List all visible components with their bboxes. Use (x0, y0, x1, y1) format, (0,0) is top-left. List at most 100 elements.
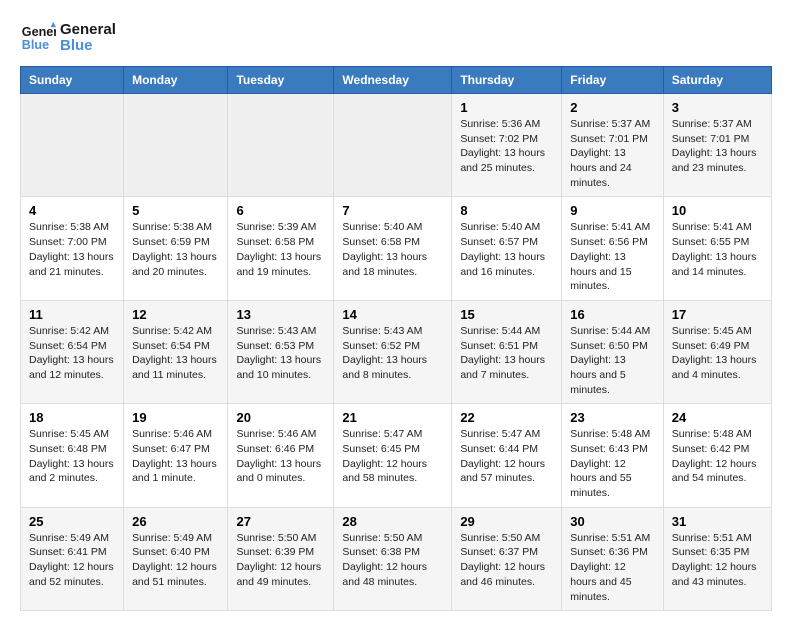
day-number: 9 (570, 203, 655, 218)
calendar-cell: 20Sunrise: 5:46 AM Sunset: 6:46 PM Dayli… (228, 404, 334, 507)
day-info: Sunrise: 5:51 AM Sunset: 6:35 PM Dayligh… (672, 531, 763, 590)
calendar-cell: 26 Sunrise: 5:49 AM Sunset: 6:40 PM Dayli… (124, 507, 228, 610)
day-number: 2 (570, 100, 655, 115)
calendar-header-sunday: Sunday (21, 67, 124, 94)
day-info: Sunrise: 5:48 AM Sunset: 6:43 PM Dayligh… (570, 427, 655, 500)
day-info: Sunrise: 5:47 AM Sunset: 6:44 PM Dayligh… (460, 427, 553, 486)
calendar-cell: 1 Sunrise: 5:36 AM Sunset: 7:02 PM Daylig… (452, 94, 562, 197)
day-info: Sunrise: 5:41 AM Sunset: 6:55 PM Dayligh… (672, 220, 763, 279)
day-number: 24 (672, 410, 763, 425)
calendar-week-row: 4 Sunrise: 5:38 AM Sunset: 7:00 PM Daylig… (21, 197, 772, 300)
day-info: Sunrise: 5:37 AM Sunset: 7:01 PM Dayligh… (570, 117, 655, 190)
calendar-cell: 15Sunrise: 5:44 AM Sunset: 6:51 PM Dayli… (452, 300, 562, 403)
calendar-cell: 22 Sunrise: 5:47 AM Sunset: 6:44 PM Dayli… (452, 404, 562, 507)
calendar-header-row: SundayMondayTuesdayWednesdayThursdayFrid… (21, 67, 772, 94)
day-number: 13 (236, 307, 325, 322)
day-info: Sunrise: 5:41 AM Sunset: 6:56 PM Dayligh… (570, 220, 655, 293)
day-info: Sunrise: 5:50 AM Sunset: 6:37 PM Dayligh… (460, 531, 553, 590)
calendar-cell: 7 Sunrise: 5:40 AM Sunset: 6:58 PM Daylig… (334, 197, 452, 300)
calendar-week-row: 1 Sunrise: 5:36 AM Sunset: 7:02 PM Daylig… (21, 94, 772, 197)
day-info: Sunrise: 5:36 AM Sunset: 7:02 PM Dayligh… (460, 117, 553, 176)
day-number: 5 (132, 203, 219, 218)
calendar-week-row: 25Sunrise: 5:49 AM Sunset: 6:41 PM Dayli… (21, 507, 772, 610)
day-number: 8 (460, 203, 553, 218)
day-number: 7 (342, 203, 443, 218)
day-number: 25 (29, 514, 115, 529)
day-number: 23 (570, 410, 655, 425)
calendar-week-row: 18 Sunrise: 5:45 AM Sunset: 6:48 PM Dayli… (21, 404, 772, 507)
day-number: 1 (460, 100, 553, 115)
day-info: Sunrise: 5:40 AM Sunset: 6:58 PM Dayligh… (342, 220, 443, 279)
day-number: 19 (132, 410, 219, 425)
day-info: Sunrise: 5:48 AM Sunset: 6:42 PM Dayligh… (672, 427, 763, 486)
day-info: Sunrise: 5:39 AM Sunset: 6:58 PM Dayligh… (236, 220, 325, 279)
day-info: Sunrise: 5:50 AM Sunset: 6:38 PM Dayligh… (342, 531, 443, 590)
day-number: 22 (460, 410, 553, 425)
day-info: Sunrise: 5:44 AM Sunset: 6:50 PM Dayligh… (570, 324, 655, 397)
calendar-cell: 3 Sunrise: 5:37 AM Sunset: 7:01 PM Daylig… (663, 94, 771, 197)
calendar-cell: 13 Sunrise: 5:43 AM Sunset: 6:53 PM Dayli… (228, 300, 334, 403)
day-number: 14 (342, 307, 443, 322)
calendar-header-friday: Friday (562, 67, 664, 94)
calendar-week-row: 11 Sunrise: 5:42 AM Sunset: 6:54 PM Dayli… (21, 300, 772, 403)
day-number: 15 (460, 307, 553, 322)
day-info: Sunrise: 5:45 AM Sunset: 6:48 PM Dayligh… (29, 427, 115, 486)
calendar-cell: 30 Sunrise: 5:51 AM Sunset: 6:36 PM Dayli… (562, 507, 664, 610)
day-info: Sunrise: 5:43 AM Sunset: 6:53 PM Dayligh… (236, 324, 325, 383)
day-info: Sunrise: 5:47 AM Sunset: 6:45 PM Dayligh… (342, 427, 443, 486)
calendar-cell: 9 Sunrise: 5:41 AM Sunset: 6:56 PM Daylig… (562, 197, 664, 300)
day-number: 28 (342, 514, 443, 529)
day-number: 12 (132, 307, 219, 322)
day-number: 3 (672, 100, 763, 115)
day-info: Sunrise: 5:50 AM Sunset: 6:39 PM Dayligh… (236, 531, 325, 590)
day-number: 11 (29, 307, 115, 322)
day-number: 26 (132, 514, 219, 529)
calendar-cell (228, 94, 334, 197)
logo: General Blue General Blue (20, 20, 116, 56)
logo-text-general: General (60, 21, 116, 38)
logo-icon: General Blue (20, 20, 56, 56)
day-number: 6 (236, 203, 325, 218)
calendar-cell: 19 Sunrise: 5:46 AM Sunset: 6:47 PM Dayli… (124, 404, 228, 507)
day-info: Sunrise: 5:46 AM Sunset: 6:46 PM Dayligh… (236, 427, 325, 486)
day-number: 17 (672, 307, 763, 322)
day-number: 29 (460, 514, 553, 529)
day-info: Sunrise: 5:49 AM Sunset: 6:40 PM Dayligh… (132, 531, 219, 590)
day-info: Sunrise: 5:42 AM Sunset: 6:54 PM Dayligh… (29, 324, 115, 383)
calendar-cell: 24 Sunrise: 5:48 AM Sunset: 6:42 PM Dayli… (663, 404, 771, 507)
calendar-cell: 21Sunrise: 5:47 AM Sunset: 6:45 PM Dayli… (334, 404, 452, 507)
day-info: Sunrise: 5:46 AM Sunset: 6:47 PM Dayligh… (132, 427, 219, 486)
day-number: 27 (236, 514, 325, 529)
calendar-table: SundayMondayTuesdayWednesdayThursdayFrid… (20, 66, 772, 611)
calendar-cell: 14 Sunrise: 5:43 AM Sunset: 6:52 PM Dayli… (334, 300, 452, 403)
day-number: 30 (570, 514, 655, 529)
day-info: Sunrise: 5:37 AM Sunset: 7:01 PM Dayligh… (672, 117, 763, 176)
calendar-cell: 25Sunrise: 5:49 AM Sunset: 6:41 PM Dayli… (21, 507, 124, 610)
calendar-header-wednesday: Wednesday (334, 67, 452, 94)
calendar-cell (124, 94, 228, 197)
calendar-cell: 18 Sunrise: 5:45 AM Sunset: 6:48 PM Dayli… (21, 404, 124, 507)
calendar-cell: 11 Sunrise: 5:42 AM Sunset: 6:54 PM Dayli… (21, 300, 124, 403)
day-info: Sunrise: 5:42 AM Sunset: 6:54 PM Dayligh… (132, 324, 219, 383)
calendar-cell: 6 Sunrise: 5:39 AM Sunset: 6:58 PM Daylig… (228, 197, 334, 300)
day-info: Sunrise: 5:43 AM Sunset: 6:52 PM Dayligh… (342, 324, 443, 383)
calendar-cell: 23 Sunrise: 5:48 AM Sunset: 6:43 PM Dayli… (562, 404, 664, 507)
calendar-header-monday: Monday (124, 67, 228, 94)
svg-text:Blue: Blue (22, 38, 49, 52)
calendar-cell: 10Sunrise: 5:41 AM Sunset: 6:55 PM Dayli… (663, 197, 771, 300)
calendar-cell: 31Sunrise: 5:51 AM Sunset: 6:35 PM Dayli… (663, 507, 771, 610)
day-info: Sunrise: 5:51 AM Sunset: 6:36 PM Dayligh… (570, 531, 655, 604)
calendar-cell: 16Sunrise: 5:44 AM Sunset: 6:50 PM Dayli… (562, 300, 664, 403)
calendar-cell: 4 Sunrise: 5:38 AM Sunset: 7:00 PM Daylig… (21, 197, 124, 300)
calendar-header-thursday: Thursday (452, 67, 562, 94)
calendar-cell: 2 Sunrise: 5:37 AM Sunset: 7:01 PM Daylig… (562, 94, 664, 197)
day-info: Sunrise: 5:38 AM Sunset: 7:00 PM Dayligh… (29, 220, 115, 279)
day-info: Sunrise: 5:38 AM Sunset: 6:59 PM Dayligh… (132, 220, 219, 279)
calendar-cell: 28 Sunrise: 5:50 AM Sunset: 6:38 PM Dayli… (334, 507, 452, 610)
calendar-cell: 29 Sunrise: 5:50 AM Sunset: 6:37 PM Dayli… (452, 507, 562, 610)
day-info: Sunrise: 5:45 AM Sunset: 6:49 PM Dayligh… (672, 324, 763, 383)
calendar-cell: 5 Sunrise: 5:38 AM Sunset: 6:59 PM Daylig… (124, 197, 228, 300)
calendar-cell: 8Sunrise: 5:40 AM Sunset: 6:57 PM Daylig… (452, 197, 562, 300)
day-number: 18 (29, 410, 115, 425)
day-number: 4 (29, 203, 115, 218)
